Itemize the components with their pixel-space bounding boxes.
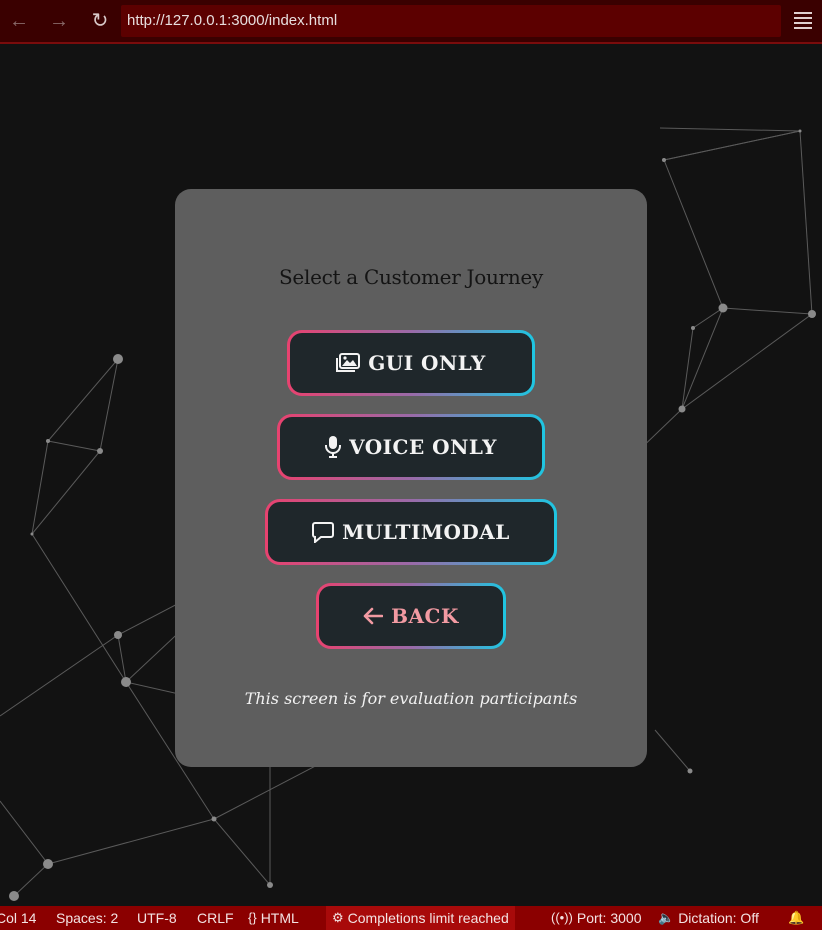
braces-icon: {} bbox=[248, 910, 257, 925]
gui-only-label: GUI ONLY bbox=[368, 351, 486, 375]
back-nav-button[interactable]: BACK bbox=[316, 583, 506, 649]
arrow-right-icon: → bbox=[49, 10, 69, 32]
gui-only-button[interactable]: GUI ONLY bbox=[287, 330, 535, 396]
back-button[interactable]: ← bbox=[6, 8, 32, 34]
reload-icon: ↻ bbox=[91, 10, 109, 32]
microphone-icon bbox=[325, 436, 342, 458]
card-title: Select a Customer Journey bbox=[279, 265, 543, 289]
language-mode[interactable]: {} HTML bbox=[248, 906, 299, 930]
arrow-left-icon bbox=[363, 607, 384, 625]
voice-only-button[interactable]: VOICE ONLY bbox=[277, 414, 545, 480]
hamburger-menu-icon bbox=[794, 12, 812, 29]
multimodal-button[interactable]: MULTIMODAL bbox=[265, 499, 557, 565]
arrow-left-icon: ← bbox=[9, 10, 29, 32]
url-input[interactable]: http://127.0.0.1:3000/index.html bbox=[121, 5, 781, 37]
indentation-setting[interactable]: Spaces: 2 bbox=[56, 906, 118, 930]
bell-icon: 🔔 bbox=[788, 910, 805, 925]
encoding-setting[interactable]: UTF-8 bbox=[137, 906, 177, 930]
forward-button[interactable]: → bbox=[46, 8, 72, 34]
menu-button[interactable] bbox=[794, 12, 812, 30]
speaker-icon: 🔈 bbox=[658, 910, 675, 925]
eol-setting[interactable]: CRLF bbox=[197, 906, 234, 930]
comment-icon bbox=[312, 521, 335, 543]
broadcast-icon: ((•)) bbox=[551, 910, 573, 925]
images-icon bbox=[336, 353, 361, 373]
back-label: BACK bbox=[391, 604, 459, 628]
evaluation-note: This screen is for evaluation participan… bbox=[244, 689, 578, 708]
status-bar: Col 14 Spaces: 2 UTF-8 CRLF {} HTML ⚙ Co… bbox=[0, 906, 822, 930]
live-server-port[interactable]: ((•)) Port: 3000 bbox=[551, 906, 641, 930]
copilot-icon: ⚙ bbox=[332, 910, 344, 925]
copilot-status[interactable]: ⚙ Completions limit reached bbox=[326, 906, 515, 930]
cursor-position[interactable]: Col 14 bbox=[0, 906, 36, 930]
voice-only-label: VOICE ONLY bbox=[349, 435, 497, 459]
reload-button[interactable]: ↻ bbox=[87, 8, 113, 34]
browser-toolbar: ← → ↻ http://127.0.0.1:3000/index.html bbox=[0, 0, 822, 44]
multimodal-label: MULTIMODAL bbox=[342, 520, 510, 544]
dictation-status[interactable]: 🔈 Dictation: Off bbox=[658, 906, 759, 930]
journey-selection-card: Select a Customer Journey GUI ONLY VOICE… bbox=[175, 189, 647, 767]
notifications-button[interactable]: 🔔 bbox=[788, 906, 804, 930]
